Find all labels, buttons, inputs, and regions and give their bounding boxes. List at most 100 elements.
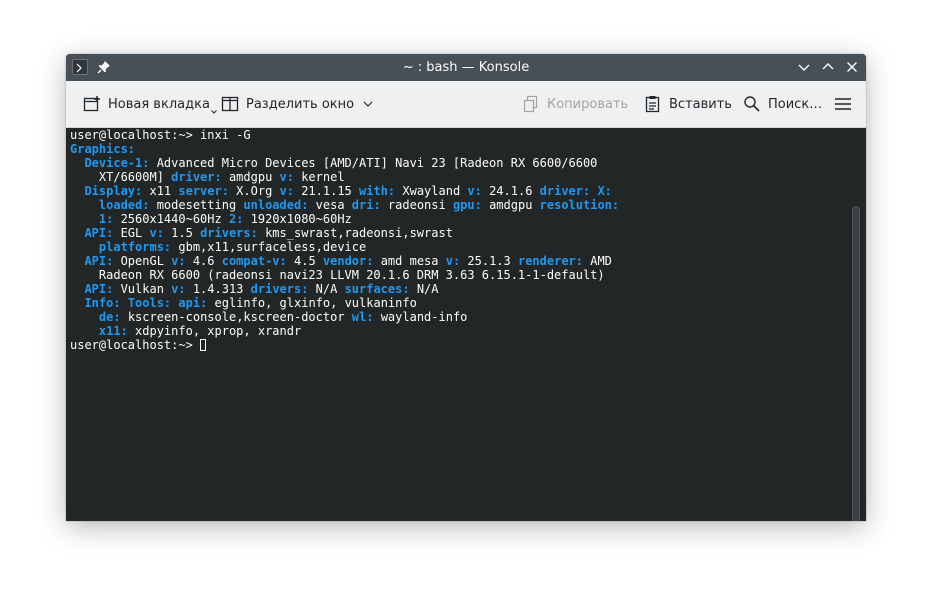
terminal-key: server: [178, 184, 229, 198]
terminal-text: N/A [308, 282, 345, 296]
terminal-text: 4.5 [286, 254, 323, 268]
terminal-line: API: Vulkan v: 1.4.313 drivers: N/A surf… [70, 282, 438, 296]
chevron-down-icon [363, 101, 373, 107]
close-icon[interactable] [844, 59, 860, 75]
terminal-key: Device-1: [84, 156, 150, 170]
search-icon [744, 96, 760, 112]
terminal-key: drivers: [200, 226, 258, 240]
terminal-key: v: [279, 170, 294, 184]
terminal-key: 2: [228, 212, 244, 226]
terminal-key: de: [98, 310, 121, 324]
terminal-line: Graphics: [70, 142, 135, 156]
shell-prompt: user@localhost:~> [70, 338, 201, 352]
terminal-text: Radeon RX 6600 (radeonsi navi23 LLVM 20.… [70, 268, 605, 282]
terminal-key: v: [445, 254, 461, 268]
terminal-text: 24.1.6 [481, 184, 540, 198]
terminal-output[interactable]: user@localhost:~> inxi -G Graphics: Devic… [66, 128, 866, 521]
terminal-line: x11: xdpyinfo, xprop, xrandr [70, 324, 301, 338]
terminal-key: API: [84, 226, 114, 240]
new-tab-button[interactable]: Новая вкладка [83, 81, 225, 127]
terminal-key: v: [279, 184, 294, 198]
terminal-key: API: [84, 282, 114, 296]
terminal-key: renderer: [517, 254, 583, 268]
terminal-text: radeonsi [380, 198, 453, 212]
minimize-icon[interactable] [796, 59, 812, 75]
terminal-key: wl: [351, 310, 374, 324]
terminal-text: 1.4.313 [185, 282, 251, 296]
terminal-line: Info: Tools: api: eglinfo, glxinfo, vulk… [70, 296, 416, 310]
terminal-key: drivers: [250, 282, 309, 296]
terminal-text: EGL [113, 226, 150, 240]
terminal-text: amdgpu [481, 198, 540, 212]
terminal-line: API: EGL v: 1.5 drivers: kms_swrast,rade… [70, 226, 452, 240]
paste-icon [645, 96, 660, 113]
terminal-text: vesa [308, 198, 352, 212]
terminal-text: modesetting [149, 198, 244, 212]
terminal-text: xdpyinfo, xprop, xrandr [127, 324, 302, 338]
terminal-key: with: [359, 184, 396, 198]
maximize-icon[interactable] [820, 59, 836, 75]
terminal-key: gpu: [452, 198, 482, 212]
terminal-text: wayland-info [373, 310, 468, 324]
terminal-line: user@localhost:~> inxi -G [70, 128, 251, 142]
terminal-key: Tools: [127, 296, 172, 310]
terminal-text: 25.1.3 [460, 254, 518, 268]
terminal-key: resolution: [539, 198, 620, 212]
copy-label: Копировать [547, 96, 629, 112]
split-view-button[interactable]: Разделить окно [221, 81, 381, 127]
terminal-key: api: [178, 296, 208, 310]
terminal-text: OpenGL [113, 254, 172, 268]
terminal-line: Radeon RX 6600 (radeonsi navi23 LLVM 20.… [70, 268, 605, 282]
find-button[interactable]: Поиск… [743, 81, 822, 127]
hamburger-menu-button[interactable] [834, 81, 859, 127]
new-tab-label: Новая вкладка [108, 96, 210, 112]
terminal-text: kscreen-console,kscreen-doctor [120, 310, 352, 324]
paste-label: Вставить [669, 96, 732, 112]
paste-button[interactable]: Вставить [644, 81, 732, 127]
terminal-key: Display: [84, 184, 143, 198]
terminal-text: kernel [293, 170, 345, 184]
copy-icon [523, 95, 538, 113]
terminal-key: v: [171, 282, 186, 296]
terminal-text: 2560x1440~60Hz [113, 212, 229, 226]
terminal-key: dri: [351, 198, 381, 212]
scrollbar[interactable] [852, 206, 860, 521]
terminal-key: X: [597, 184, 612, 198]
terminal-text: Advanced Micro Devices [AMD/ATI] Navi 23… [149, 156, 598, 170]
terminal-key: v: [467, 184, 482, 198]
terminal-line: loaded: modesetting unloaded: vesa dri: … [70, 198, 619, 212]
text-cursor [200, 339, 207, 351]
new-tab-icon [83, 96, 100, 112]
terminal-text: Vulkan [113, 282, 172, 296]
copy-button[interactable]: Копировать [522, 81, 628, 127]
prompt-line: user@localhost:~> [70, 338, 207, 352]
terminal-key: Graphics: [70, 142, 136, 156]
terminal-key: compat-v: [221, 254, 287, 268]
terminal-key: vendor: [322, 254, 374, 268]
terminal-text: amdgpu [221, 170, 280, 184]
terminal-key: Info: [84, 296, 121, 310]
terminal-key: loaded: [98, 198, 150, 212]
split-view-icon [221, 96, 239, 112]
terminal-text: amd mesa [373, 254, 446, 268]
terminal-key: platforms: [98, 240, 172, 254]
main-toolbar: Новая вкладка Разделить окно Копировать [66, 81, 866, 128]
terminal-key: API: [84, 254, 114, 268]
terminal-text: gbm,x11,surfaceless,device [171, 240, 367, 254]
terminal-key: surfaces: [344, 282, 410, 296]
terminal-text: 1920x1080~60Hz [243, 212, 352, 226]
terminal-text: XT/6600M] [70, 170, 172, 184]
title-bar[interactable]: ~ : bash — Konsole [66, 54, 866, 81]
terminal-text: 4.6 [185, 254, 222, 268]
terminal-key: driver: [171, 170, 222, 184]
konsole-window: ~ : bash — Konsole Новая вкладка Раздели… [66, 54, 866, 521]
